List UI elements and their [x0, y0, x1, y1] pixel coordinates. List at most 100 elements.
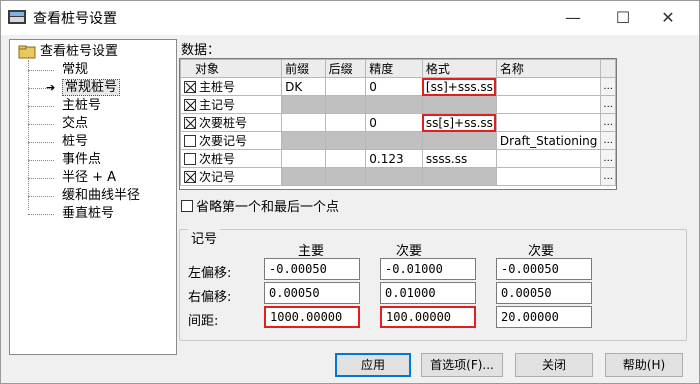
- right-offset-minor2-field[interactable]: 0.00050: [496, 282, 592, 304]
- grid-cell-precision[interactable]: 0.123: [365, 149, 423, 168]
- tree-item[interactable]: 常规: [62, 61, 88, 79]
- ellipsis-button[interactable]: ...: [600, 77, 616, 96]
- tree-item-label: 半径 + A: [62, 170, 117, 185]
- tree-connector-line: [28, 196, 54, 197]
- row-checkbox[interactable]: [184, 117, 196, 129]
- grid-cell-suffix[interactable]: [324, 131, 367, 150]
- apply-button[interactable]: 应用: [335, 353, 411, 377]
- grid-cell-prefix[interactable]: [281, 149, 326, 168]
- grid-cell-name[interactable]: Draft_Stationing: [495, 131, 602, 150]
- close-window-button[interactable]: ✕: [646, 1, 690, 33]
- grid-cell-object[interactable]: 主桩号: [179, 77, 283, 96]
- col-header-name[interactable]: 名称: [495, 59, 602, 78]
- tree-item[interactable]: 半径 + A: [62, 169, 116, 187]
- grid-cell-format[interactable]: [ss]+sss.ss: [421, 77, 497, 96]
- grid-cell-format[interactable]: ssss.ss: [421, 149, 497, 168]
- tree-item-label: 常规桩号: [62, 79, 121, 96]
- grid-row[interactable]: 次记号...: [179, 167, 616, 186]
- tree-root[interactable]: 查看桩号设置: [18, 43, 118, 61]
- tree-item-label: 缓和曲线半径: [62, 188, 141, 203]
- omit-endpoints-option[interactable]: 省略第一个和最后一个点: [181, 196, 339, 215]
- marks-group-title: 记号: [188, 228, 221, 247]
- spacing-minor-field[interactable]: 100.00000: [380, 306, 476, 328]
- col-header-suffix[interactable]: 后缀: [324, 59, 367, 78]
- row-checkbox[interactable]: [184, 171, 196, 183]
- spacing-major-field[interactable]: 1000.00000: [264, 306, 360, 328]
- grid-cell-precision[interactable]: [365, 167, 423, 186]
- tree-item[interactable]: 交点: [62, 115, 88, 133]
- close-button[interactable]: 关闭: [515, 353, 593, 377]
- tree-item-label: 常规: [62, 62, 89, 77]
- grid-cell-object[interactable]: 次要桩号: [179, 113, 283, 132]
- grid-cell-object[interactable]: 次桩号: [179, 149, 283, 168]
- spacing-minor2-field[interactable]: 20.00000: [496, 306, 592, 328]
- grid-cell-prefix[interactable]: [281, 95, 326, 114]
- row-checkbox[interactable]: [184, 153, 196, 165]
- grid-row[interactable]: 主记号...: [179, 95, 616, 114]
- grid-cell-name[interactable]: [495, 149, 602, 168]
- row-checkbox[interactable]: [184, 81, 196, 93]
- grid-cell-format[interactable]: ss[s]+ss.ss: [421, 113, 497, 132]
- grid-cell-suffix[interactable]: [324, 167, 367, 186]
- grid-cell-suffix[interactable]: [324, 113, 367, 132]
- grid-cell-suffix[interactable]: [324, 149, 367, 168]
- minimize-button[interactable]: —: [551, 1, 595, 33]
- grid-cell-object[interactable]: 次要记号: [179, 131, 283, 150]
- ellipsis-button[interactable]: ...: [600, 149, 616, 168]
- grid-cell-object[interactable]: 次记号: [179, 167, 283, 186]
- tree-item[interactable]: 事件点: [62, 151, 101, 169]
- settings-tree[interactable]: 查看桩号设置 常规 ➔ 常规桩号 主桩号 交点 桩号 事件点 半径 + A 缓和曲线半径 垂直桩号: [9, 39, 177, 355]
- left-offset-minor2-field[interactable]: -0.00050: [496, 258, 592, 280]
- grid-cell-precision[interactable]: [365, 131, 423, 150]
- grid-cell-precision[interactable]: [365, 95, 423, 114]
- tree-connector-line: [28, 214, 54, 215]
- grid-cell-suffix[interactable]: [324, 95, 367, 114]
- row-checkbox[interactable]: [184, 99, 196, 111]
- tree-item[interactable]: 缓和曲线半径: [62, 187, 140, 205]
- station-data-grid[interactable]: 对象 前缀 后缀 精度 格式 名称 主桩号 DK 0 [ss]+sss.ss... 主记…: [179, 58, 617, 190]
- col-header-format[interactable]: 格式: [421, 59, 497, 78]
- ellipsis-button[interactable]: ...: [600, 167, 616, 186]
- maximize-button[interactable]: ☐: [601, 1, 645, 33]
- options-button[interactable]: 首选项(F)...: [421, 353, 503, 377]
- object-label: 次记号: [199, 170, 236, 184]
- help-button[interactable]: 帮助(H): [605, 353, 683, 377]
- ellipsis-button[interactable]: ...: [600, 131, 616, 150]
- grid-cell-prefix[interactable]: [281, 131, 326, 150]
- grid-cell-name[interactable]: [495, 167, 602, 186]
- grid-cell-precision[interactable]: 0: [365, 77, 423, 96]
- grid-cell-prefix[interactable]: DK: [281, 77, 326, 96]
- ellipsis-button[interactable]: ...: [600, 113, 616, 132]
- grid-cell-object[interactable]: 主记号: [179, 95, 283, 114]
- right-offset-minor-field[interactable]: 0.01000: [380, 282, 476, 304]
- grid-cell-suffix[interactable]: [324, 77, 367, 96]
- grid-row[interactable]: 次要记号 Draft_Stationing...: [179, 131, 616, 150]
- tree-item[interactable]: 主桩号: [62, 97, 101, 115]
- grid-row[interactable]: 次桩号 0.123 ssss.ss...: [179, 149, 616, 168]
- right-offset-major-field[interactable]: 0.00050: [264, 282, 360, 304]
- grid-cell-prefix[interactable]: [281, 167, 326, 186]
- omit-endpoints-checkbox[interactable]: [181, 199, 193, 212]
- grid-cell-format[interactable]: [421, 167, 497, 186]
- tree-item[interactable]: 垂直桩号: [62, 205, 114, 223]
- grid-row[interactable]: 次要桩号 0 ss[s]+ss.ss...: [179, 113, 616, 132]
- grid-cell-precision[interactable]: 0: [365, 113, 423, 132]
- grid-cell-name[interactable]: [495, 113, 602, 132]
- grid-cell-name[interactable]: [495, 95, 602, 114]
- col-header-prefix[interactable]: 前缀: [281, 59, 326, 78]
- grid-row[interactable]: 主桩号 DK 0 [ss]+sss.ss...: [179, 77, 616, 96]
- grid-cell-format[interactable]: [421, 131, 497, 150]
- tree-item[interactable]: 桩号: [62, 133, 88, 151]
- left-offset-minor-field[interactable]: -0.01000: [380, 258, 476, 280]
- left-offset-major-field[interactable]: -0.00050: [264, 258, 360, 280]
- row-checkbox[interactable]: [184, 135, 196, 147]
- grid-cell-name[interactable]: [495, 77, 602, 96]
- left-offset-label: 左偏移:: [188, 266, 232, 281]
- grid-cell-format[interactable]: [421, 95, 497, 114]
- ellipsis-button[interactable]: ...: [600, 95, 616, 114]
- tree-item[interactable]: 常规桩号: [62, 79, 121, 97]
- col-header-object[interactable]: 对象: [179, 59, 283, 78]
- col-header-ellipsis: [600, 59, 616, 78]
- col-header-precision[interactable]: 精度: [365, 59, 423, 78]
- grid-cell-prefix[interactable]: [281, 113, 326, 132]
